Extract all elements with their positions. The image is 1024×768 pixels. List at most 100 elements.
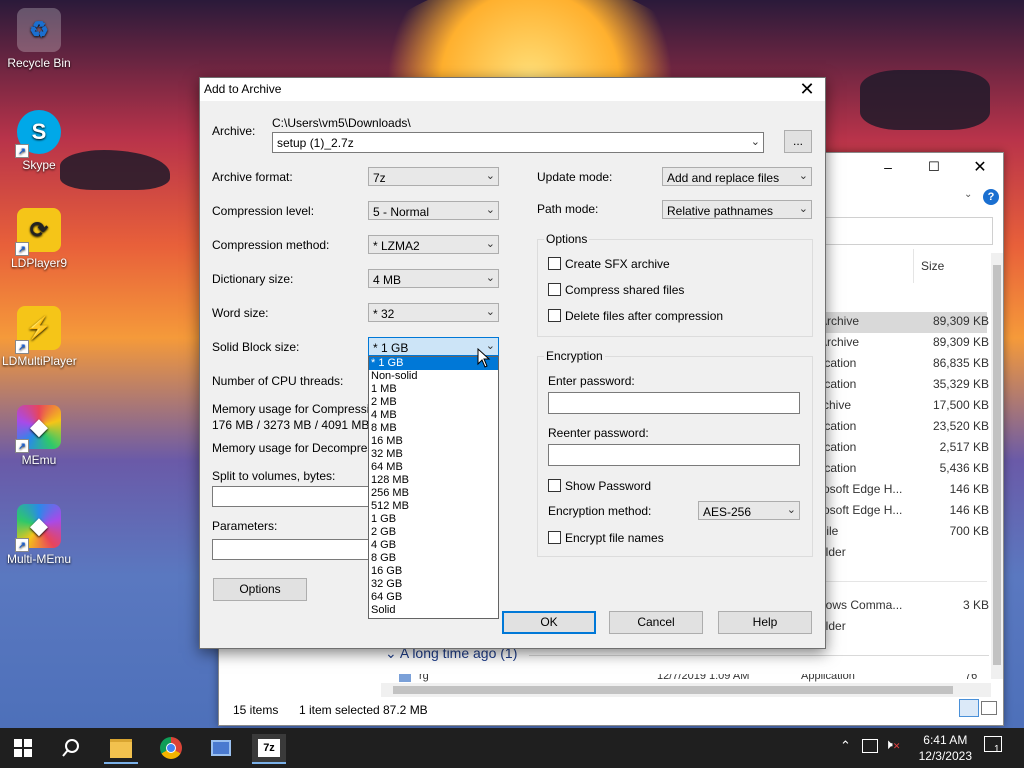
list-item[interactable]: lication 2,517 KB <box>819 440 989 461</box>
large-icons-view-icon[interactable] <box>981 701 997 715</box>
desktop-icon-label: LDPlayer9 <box>10 256 68 270</box>
dropdown-option[interactable]: 32 GB <box>369 578 498 591</box>
desktop-icon-ldmultiplayer[interactable]: ⚡ ↗ LDMultiPlayer <box>2 306 77 368</box>
compression-level-select[interactable]: 5 - Normal ⌄ <box>368 201 499 220</box>
maximize-button[interactable]: ☐ <box>921 159 947 177</box>
start-button[interactable] <box>6 734 40 762</box>
reenter-password-input[interactable] <box>548 444 800 466</box>
update-mode-select[interactable]: Add and replace files ⌄ <box>662 167 812 186</box>
dropdown-option[interactable]: 512 MB <box>369 500 498 513</box>
checkbox-box[interactable] <box>548 309 561 322</box>
search-box[interactable] <box>823 217 993 245</box>
chevron-down-icon[interactable]: ⌄ <box>964 189 972 200</box>
list-item[interactable]: Archive 89,309 KB <box>819 335 989 356</box>
checkbox-box[interactable] <box>548 257 561 270</box>
encrypt-file-names-checkbox[interactable]: Encrypt file names <box>548 531 664 545</box>
vertical-scrollbar[interactable] <box>991 253 1003 679</box>
dropdown-option[interactable]: 8 MB <box>369 422 498 435</box>
checkbox-box[interactable] <box>548 283 561 296</box>
dictionary-size-select[interactable]: 4 MB ⌄ <box>368 269 499 288</box>
details-view-icon[interactable] <box>959 699 979 717</box>
chevron-down-icon: ⌄ <box>485 204 495 216</box>
dropdown-option[interactable]: 32 MB <box>369 448 498 461</box>
dropdown-option[interactable]: 4 MB <box>369 409 498 422</box>
list-item[interactable]: rosoft Edge H... 146 KB <box>819 482 989 503</box>
minimize-button[interactable]: – <box>875 159 901 177</box>
7zip-taskbar-button[interactable]: 7z <box>252 734 286 764</box>
encryption-group-label: Encryption <box>544 349 605 363</box>
notifications-button[interactable]: 1 <box>984 736 1006 758</box>
dropdown-option[interactable]: 16 GB <box>369 565 498 578</box>
parameters-input[interactable] <box>212 539 372 560</box>
dropdown-option[interactable]: 4 GB <box>369 539 498 552</box>
word-size-select[interactable]: * 32 ⌄ <box>368 303 499 322</box>
checkbox-box[interactable] <box>548 479 561 492</box>
dropdown-option[interactable]: 2 GB <box>369 526 498 539</box>
horizontal-scrollbar[interactable] <box>381 683 991 697</box>
dropdown-option[interactable]: Non-solid <box>369 370 498 383</box>
taskbar-clock[interactable]: 6:41 AM 12/3/2023 <box>919 732 972 764</box>
dropdown-option[interactable]: 1 MB <box>369 383 498 396</box>
dropdown-option[interactable]: 16 MB <box>369 435 498 448</box>
list-item[interactable]: older <box>819 545 989 566</box>
dropdown-option[interactable]: Solid <box>369 604 498 617</box>
list-item[interactable]: rchive 17,500 KB <box>819 398 989 419</box>
list-item[interactable]: rosoft Edge H... 146 KB <box>819 503 989 524</box>
desktop-icon-ldplayer9[interactable]: ⟳ ↗ LDPlayer9 <box>2 208 76 270</box>
desktop-icon-multi-memu[interactable]: ◆ ↗ Multi-MEmu <box>2 504 76 566</box>
network-icon[interactable] <box>862 739 878 753</box>
list-item[interactable]: Archive 89,309 KB <box>819 314 989 335</box>
desktop-icon-skype[interactable]: S ↗ Skype <box>2 110 76 172</box>
archive-format-select[interactable]: 7z ⌄ <box>368 167 499 186</box>
delete-after-checkbox[interactable]: Delete files after compression <box>548 309 723 323</box>
show-password-checkbox[interactable]: Show Password <box>548 479 651 493</box>
partial-list-row[interactable]: rg 12/7/2019 1:09 AM Application 76 KB <box>399 674 991 682</box>
column-header-size[interactable]: Size <box>921 259 944 273</box>
compression-method-select[interactable]: * LZMA2 ⌄ <box>368 235 499 254</box>
list-item[interactable]: File 700 KB <box>819 524 989 545</box>
solid-block-size-dropdown[interactable]: * 1 GB Non-solid 1 MB 2 MB 4 MB 8 MB 16 … <box>368 356 499 619</box>
dropdown-option[interactable]: 2 MB <box>369 396 498 409</box>
close-button[interactable]: ✕ <box>967 157 993 176</box>
file-explorer-taskbar-button[interactable] <box>104 734 138 764</box>
close-icon[interactable]: ✕ <box>793 79 821 101</box>
help-button[interactable]: Help <box>718 611 812 634</box>
dropdown-option[interactable]: 8 GB <box>369 552 498 565</box>
compress-shared-checkbox[interactable]: Compress shared files <box>548 283 684 297</box>
chevron-down-icon[interactable]: ⌄ <box>751 135 760 148</box>
dropdown-option[interactable]: 1 GB <box>369 513 498 526</box>
desktop-icon-memu[interactable]: ◆ ↗ MEmu <box>2 405 76 467</box>
enter-password-input[interactable] <box>548 392 800 414</box>
dialog-titlebar[interactable]: Add to Archive ✕ <box>200 78 825 101</box>
dropdown-option[interactable]: 128 MB <box>369 474 498 487</box>
options-button[interactable]: Options <box>213 578 307 601</box>
desktop-icon-recycle-bin[interactable]: ♻ Recycle Bin <box>2 8 76 70</box>
volume-muted-icon[interactable]: 🕨✕ <box>884 736 900 753</box>
help-icon[interactable]: ? <box>983 189 999 205</box>
browse-button[interactable]: ... <box>784 130 812 153</box>
list-item[interactable]: older <box>819 619 989 640</box>
network-app-taskbar-button[interactable] <box>204 734 238 762</box>
list-item[interactable]: dows Comma... 3 KB <box>819 598 989 619</box>
list-item[interactable]: lication 5,436 KB <box>819 461 989 482</box>
create-sfx-checkbox[interactable]: Create SFX archive <box>548 257 670 271</box>
list-item[interactable]: lication 23,520 KB <box>819 419 989 440</box>
scroll-thumb[interactable] <box>393 686 953 694</box>
path-mode-select[interactable]: Relative pathnames ⌄ <box>662 200 812 219</box>
chevron-up-icon[interactable]: ⌃ <box>840 738 851 754</box>
ok-button[interactable]: OK <box>502 611 596 634</box>
checkbox-box[interactable] <box>548 531 561 544</box>
dropdown-option[interactable]: 64 MB <box>369 461 498 474</box>
archive-name-combo[interactable]: setup (1)_2.7z ⌄ <box>272 132 764 153</box>
cancel-button[interactable]: Cancel <box>609 611 703 634</box>
list-item[interactable]: lication 35,329 KB <box>819 377 989 398</box>
split-volumes-input[interactable] <box>212 486 372 507</box>
list-item[interactable]: lication 86,835 KB <box>819 356 989 377</box>
dropdown-option[interactable]: 256 MB <box>369 487 498 500</box>
ldplayer-icon: ⟳ ↗ <box>15 208 61 256</box>
encryption-method-select[interactable]: AES-256 ⌄ <box>698 501 800 520</box>
scroll-thumb[interactable] <box>993 265 1001 665</box>
dropdown-option[interactable]: 64 GB <box>369 591 498 604</box>
chrome-taskbar-button[interactable] <box>154 734 188 762</box>
search-button[interactable] <box>54 734 88 762</box>
